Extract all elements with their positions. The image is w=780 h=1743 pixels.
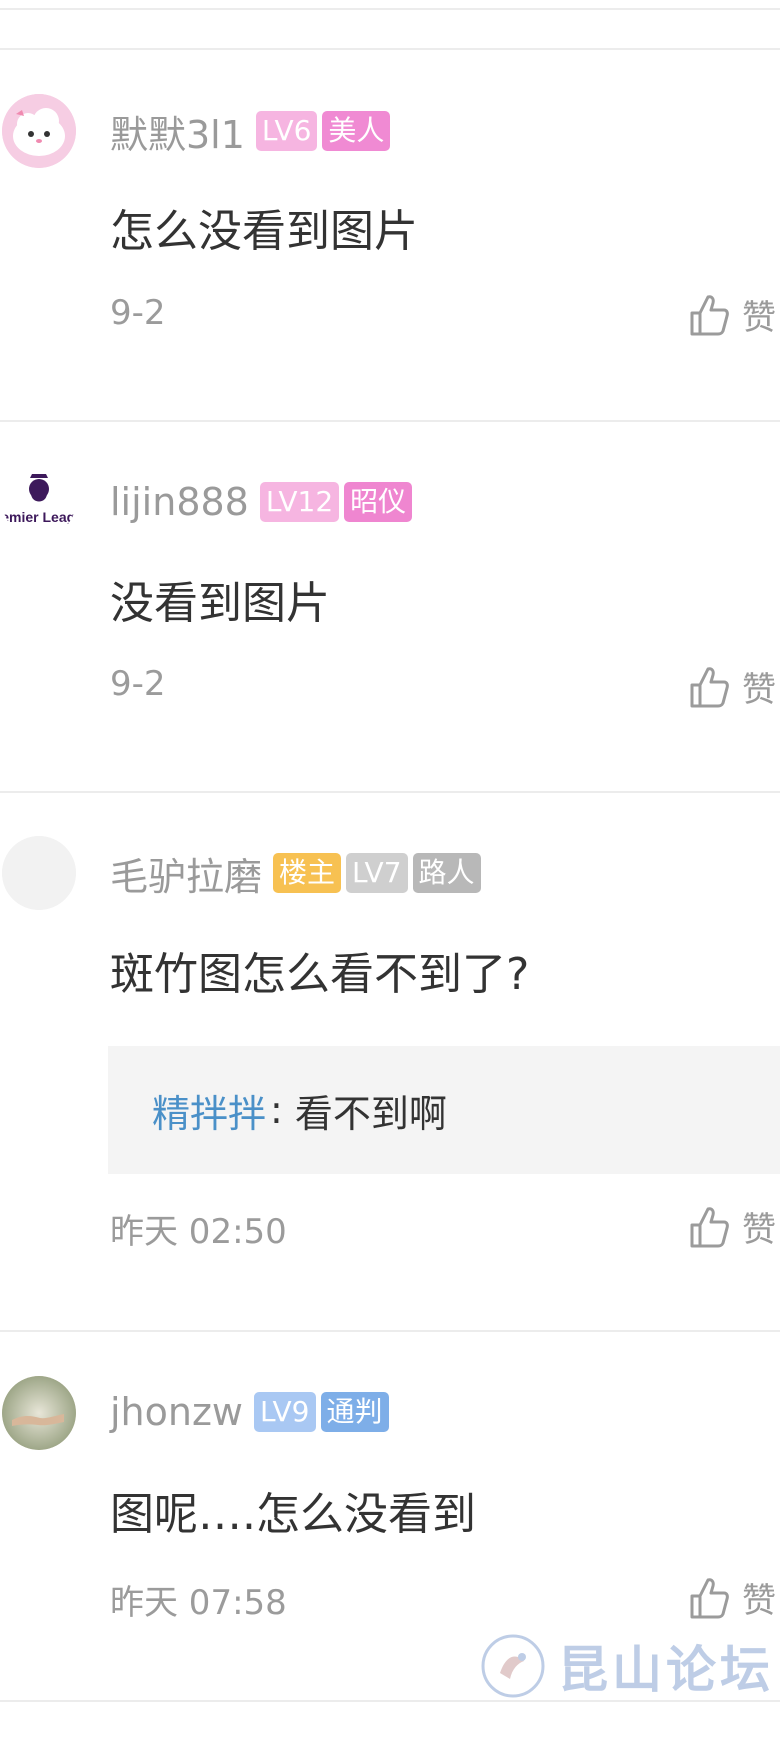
title-badge: 路人 (412, 853, 481, 893)
op-badge: 楼主 (273, 853, 342, 893)
like-button[interactable]: 赞 (688, 1202, 776, 1251)
like-label: 赞 (742, 1581, 776, 1621)
comment-header: 毛驴拉磨 楼主 LV7 路人 (110, 851, 481, 899)
photo-hands-avatar-icon (2, 1376, 76, 1450)
avatar[interactable] (2, 836, 76, 910)
username[interactable]: jhonzw (110, 1390, 243, 1434)
comment-text: 怎么没看到图片 (110, 206, 418, 257)
thumbs-up-icon (690, 666, 729, 707)
bottom-divider (0, 1700, 780, 1702)
like-button[interactable]: 赞 (688, 1573, 776, 1622)
thumbs-up-icon (690, 1577, 729, 1618)
comment-divider (0, 420, 780, 422)
reply-quote[interactable]: 精拌拌 : 看不到啊 (108, 1046, 780, 1174)
comment-time: 昨天 07:58 (110, 1583, 287, 1623)
username[interactable]: lijin888 (110, 480, 249, 524)
cute-cloud-avatar-icon (2, 94, 76, 168)
like-label: 赞 (742, 1210, 776, 1250)
comment-text: 斑竹图怎么看不到了? (110, 949, 530, 1000)
avatar[interactable] (2, 94, 76, 168)
like-label: 赞 (742, 670, 776, 710)
username[interactable]: 默默3l1 (110, 104, 245, 159)
title-badge: 美人 (322, 111, 391, 151)
thumbs-up-icon (690, 1206, 729, 1247)
comment-header: lijin888 LV12 昭仪 (110, 480, 413, 524)
thumbs-up-icon (690, 294, 729, 335)
level-badge: LV12 (259, 482, 340, 522)
reply-username[interactable]: 精拌拌 (152, 1083, 266, 1138)
kunshan-forum-logo-icon (481, 1634, 545, 1698)
comment-text: 没看到图片 (110, 578, 330, 629)
top-divider-1 (0, 8, 780, 10)
reply-text: 看不到啊 (294, 1091, 447, 1136)
like-label: 赞 (742, 298, 776, 338)
comment-header: 默默3l1 LV6 美人 (110, 109, 391, 157)
level-badge: LV6 (255, 111, 318, 151)
title-badge: 昭仪 (344, 482, 413, 522)
comment-divider (0, 1330, 780, 1332)
comment-time: 昨天 02:50 (110, 1212, 287, 1252)
title-badge: 通判 (320, 1392, 389, 1432)
comment-time: 9-2 (110, 293, 166, 333)
comment-text: 图呢….怎么没看到 (110, 1489, 476, 1540)
top-divider-2 (0, 48, 780, 50)
blank-avatar-icon (2, 836, 76, 910)
username[interactable]: 毛驴拉磨 (110, 846, 262, 901)
premier-league-logo-text: Premier League (2, 509, 76, 525)
watermark-text: 昆山论坛 (558, 1640, 774, 1699)
like-button[interactable]: 赞 (688, 662, 776, 711)
avatar[interactable]: Premier League (2, 464, 76, 538)
level-badge: LV7 (346, 853, 408, 893)
like-button[interactable]: 赞 (688, 290, 776, 339)
comment-time: 9-2 (110, 664, 166, 704)
comment-divider (0, 791, 780, 793)
reply-separator: : (270, 1088, 283, 1132)
comment-header: jhonzw LV9 通判 (110, 1390, 389, 1434)
level-badge: LV9 (254, 1392, 316, 1432)
premier-league-logo-icon: Premier League (2, 464, 76, 538)
avatar[interactable] (2, 1376, 76, 1450)
watermark: 昆山论坛 (480, 1630, 774, 1702)
